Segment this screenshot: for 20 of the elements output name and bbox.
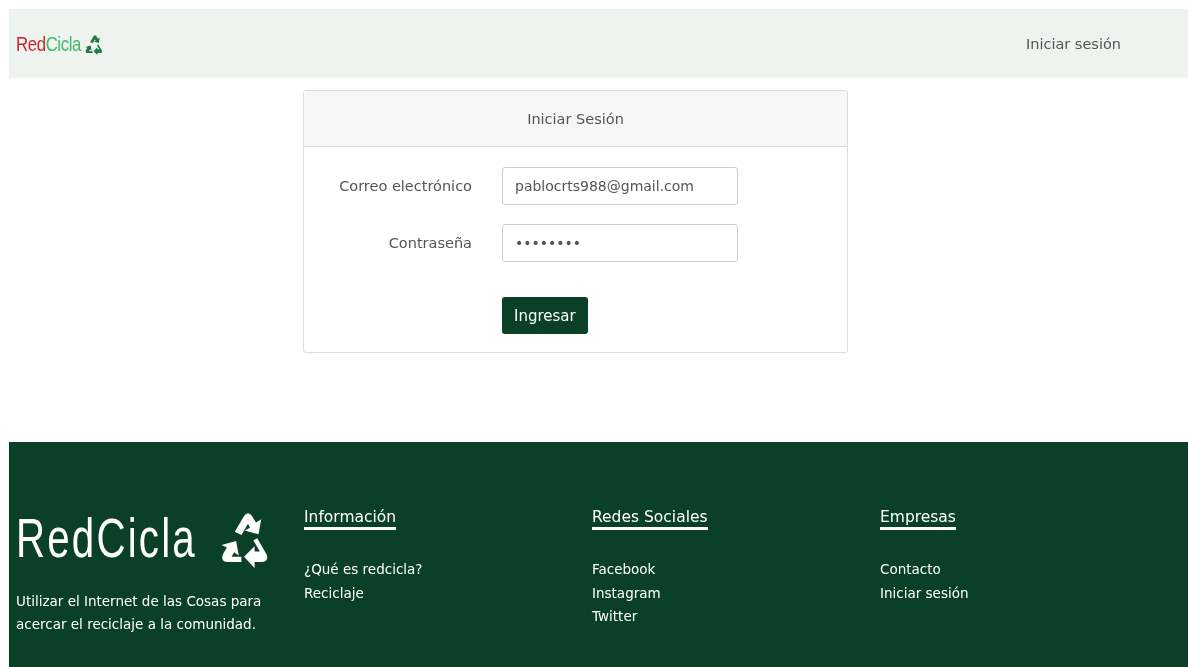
footer-heading: Empresas [880, 508, 956, 530]
card-title: Iniciar Sesión [527, 110, 624, 127]
tagline: Utilizar el Internet de las Cosas para acercar el reciclaje a la comunidad. [16, 592, 263, 634]
logo[interactable]: RedCicla [16, 31, 81, 56]
footer-link[interactable]: Reciclaje [304, 581, 592, 605]
field-label: Correo electrónico [338, 178, 472, 194]
footer-link[interactable]: Contacto [880, 558, 1168, 582]
footer-link[interactable]: Instagram [592, 581, 880, 605]
nav-link[interactable]: Iniciar sesión [1025, 36, 1121, 52]
footer-link[interactable]: Twitter [592, 605, 880, 629]
field-label: Contraseña [387, 235, 472, 251]
footer-link[interactable]: ¿Qué es redcicla? [304, 558, 592, 582]
footer-logo: RedCicla [16, 504, 197, 570]
input-field[interactable]: •••••••• [502, 224, 738, 262]
submit-button[interactable]: Ingresar [502, 297, 588, 334]
footer-link[interactable]: Facebook [592, 558, 880, 582]
footer-heading: Información [304, 508, 397, 530]
footer-link[interactable]: Iniciar sesión [880, 581, 1168, 605]
footer-heading: Redes Sociales [592, 508, 708, 530]
input-field[interactable]: pablocrts988@gmail.com [502, 167, 738, 205]
